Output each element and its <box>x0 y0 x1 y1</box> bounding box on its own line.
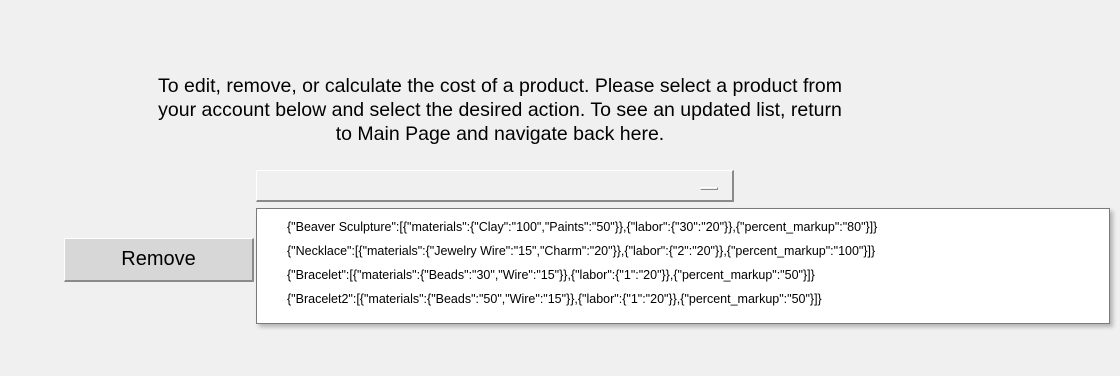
option-menu-indicator-icon <box>700 187 718 190</box>
product-select[interactable] <box>256 170 734 202</box>
dropdown-item-necklace[interactable]: {"Necklace":[{"materials":{"Jewelry Wire… <box>257 239 1109 263</box>
dropdown-item-bracelet[interactable]: {"Bracelet":[{"materials":{"Beads":"30",… <box>257 263 1109 287</box>
remove-button[interactable]: Remove <box>64 238 254 282</box>
dropdown-item-bracelet2[interactable]: {"Bracelet2":[{"materials":{"Beads":"50"… <box>257 287 1109 311</box>
instructions-text: To edit, remove, or calculate the cost o… <box>158 75 842 145</box>
product-dropdown-list: {"Beaver Sculpture":[{"materials":{"Clay… <box>256 208 1110 324</box>
dropdown-item-beaver-sculpture[interactable]: {"Beaver Sculpture":[{"materials":{"Clay… <box>257 215 1109 239</box>
